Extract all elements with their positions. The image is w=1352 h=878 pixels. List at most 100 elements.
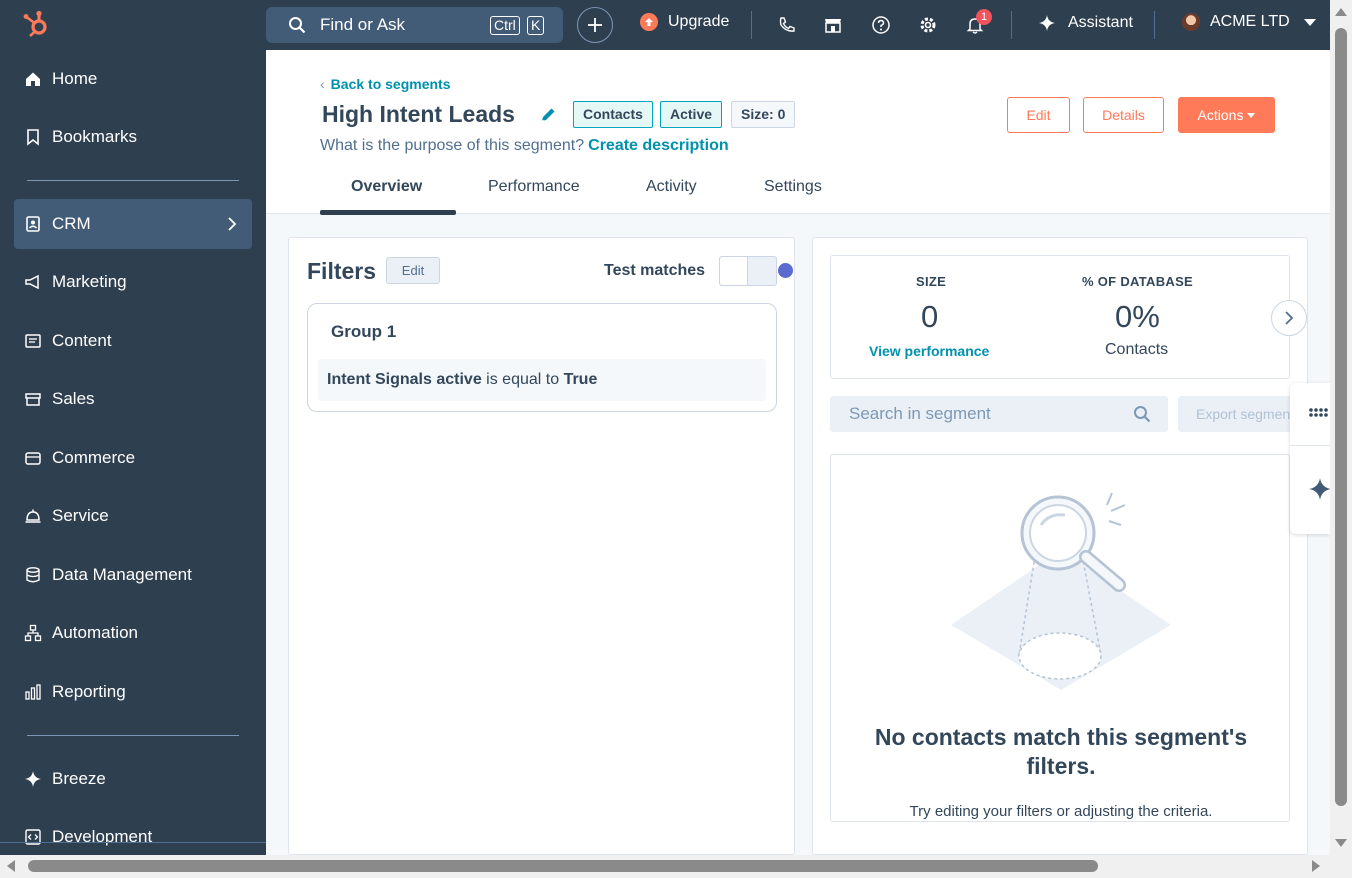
test-matches-toggle[interactable] bbox=[719, 256, 777, 286]
service-icon bbox=[24, 507, 42, 525]
sidebar-item-automation[interactable]: Automation bbox=[14, 608, 252, 658]
upgrade-button[interactable]: Upgrade bbox=[640, 13, 729, 31]
crm-icon bbox=[24, 215, 42, 233]
view-performance-link[interactable]: View performance bbox=[869, 343, 989, 359]
global-search[interactable]: Find or Ask Ctrl K bbox=[266, 7, 563, 43]
account-name: ACME LTD bbox=[1210, 13, 1290, 30]
export-segment-button[interactable]: Export segment bbox=[1178, 396, 1308, 432]
vertical-scroll-thumb[interactable] bbox=[1335, 28, 1347, 806]
sidebar-item-commerce[interactable]: Commerce bbox=[14, 433, 252, 483]
sidebar-item-breeze[interactable]: Breeze bbox=[14, 754, 252, 804]
next-stats-button[interactable] bbox=[1271, 300, 1307, 336]
tab-overview[interactable]: Overview bbox=[351, 178, 422, 196]
filter-rule[interactable]: Intent Signals active is equal to True bbox=[318, 359, 766, 401]
edit-filters-button[interactable]: Edit bbox=[386, 257, 440, 284]
notification-badge: 1 bbox=[976, 9, 992, 25]
sidebar-item-label: Content bbox=[52, 331, 112, 350]
back-to-segments-link[interactable]: ‹ Back to segments bbox=[320, 76, 451, 92]
edit-button[interactable]: Edit bbox=[1007, 97, 1070, 133]
rule-operator: is equal to bbox=[486, 371, 560, 388]
segment-search-input[interactable]: Search in segment bbox=[830, 396, 1168, 432]
create-description-link[interactable]: Create description bbox=[588, 137, 728, 154]
rule-property: Intent Signals active bbox=[327, 371, 482, 388]
database-percent-sub: Contacts bbox=[1105, 341, 1169, 358]
sidebar-item-label: Home bbox=[52, 69, 98, 88]
upgrade-arrow-icon bbox=[640, 13, 658, 31]
chevron-down-icon bbox=[1303, 18, 1316, 26]
sidebar-item-marketing[interactable]: Marketing bbox=[14, 257, 252, 307]
megaphone-icon bbox=[24, 273, 42, 291]
sidebar-item-development[interactable]: Development bbox=[14, 812, 252, 855]
automation-icon bbox=[24, 624, 42, 642]
breeze-sparkle-icon[interactable] bbox=[1308, 477, 1332, 501]
marketplace-icon[interactable] bbox=[823, 15, 843, 35]
stats-summary: SIZE 0 View performance % OF DATABASE 0%… bbox=[830, 255, 1290, 379]
results-panel: SIZE 0 View performance % OF DATABASE 0%… bbox=[812, 237, 1308, 855]
top-navigation: Find or Ask Ctrl K Upgrade 1 Assistant A… bbox=[266, 0, 1330, 50]
segment-header: ‹ Back to segments High Intent Leads Cont… bbox=[266, 50, 1330, 215]
sidebar-bottom-divider bbox=[0, 842, 266, 843]
scroll-down-icon[interactable] bbox=[1335, 839, 1347, 847]
sidebar-item-sales[interactable]: Sales bbox=[14, 374, 252, 424]
rule-value: True bbox=[563, 371, 598, 388]
sidebar-item-data-management[interactable]: Data Management bbox=[14, 550, 252, 600]
sparkle-icon bbox=[1039, 15, 1055, 31]
account-menu[interactable]: ACME LTD bbox=[1182, 13, 1316, 31]
actions-button[interactable]: Actions bbox=[1178, 97, 1275, 133]
main-content: ‹ Back to segments High Intent Leads Cont… bbox=[266, 50, 1330, 855]
chevron-right-icon bbox=[228, 217, 237, 231]
sidebar-item-crm[interactable]: CRM bbox=[14, 199, 252, 249]
phone-icon[interactable] bbox=[777, 15, 797, 35]
sidebar-item-label: Marketing bbox=[52, 272, 127, 291]
shortcut-key-ctrl: Ctrl bbox=[490, 16, 520, 35]
tab-activity[interactable]: Activity bbox=[646, 178, 697, 196]
settings-gear-icon[interactable] bbox=[918, 15, 938, 35]
hubspot-logo-icon[interactable] bbox=[22, 9, 52, 39]
sidebar-item-home[interactable]: Home bbox=[14, 54, 252, 104]
size-label: SIZE bbox=[916, 274, 947, 289]
sidebar-divider bbox=[27, 735, 239, 736]
sidebar-item-label: Sales bbox=[52, 389, 95, 408]
tab-performance[interactable]: Performance bbox=[488, 178, 580, 196]
shortcut-key-k: K bbox=[527, 16, 545, 35]
database-percent-label: % OF DATABASE bbox=[1082, 274, 1194, 289]
content-icon bbox=[24, 332, 42, 350]
commerce-icon bbox=[24, 449, 42, 467]
sidebar-item-label: Automation bbox=[52, 623, 138, 642]
create-button[interactable] bbox=[577, 7, 613, 43]
sidebar-item-content[interactable]: Content bbox=[14, 316, 252, 366]
sidebar-item-label: Service bbox=[52, 506, 109, 525]
search-placeholder: Search in segment bbox=[849, 404, 991, 423]
horizontal-scrollbar[interactable] bbox=[0, 855, 1352, 878]
sidebar-item-label: Breeze bbox=[52, 769, 106, 788]
sidebar-item-reporting[interactable]: Reporting bbox=[14, 667, 252, 717]
chevron-right-icon bbox=[1285, 311, 1294, 325]
floating-tools-divider bbox=[1290, 445, 1330, 446]
bookmark-icon bbox=[24, 128, 42, 146]
help-icon[interactable] bbox=[871, 15, 891, 35]
horizontal-scroll-thumb[interactable] bbox=[28, 860, 1098, 872]
scroll-left-icon[interactable] bbox=[7, 860, 15, 872]
upgrade-label: Upgrade bbox=[668, 13, 730, 30]
apps-grid-icon[interactable] bbox=[1308, 407, 1328, 419]
details-button[interactable]: Details bbox=[1083, 97, 1164, 133]
sidebar-item-label: Reporting bbox=[52, 682, 126, 701]
scroll-right-icon[interactable] bbox=[1312, 860, 1320, 872]
empty-state-title: No contacts match this segment's filters… bbox=[874, 724, 1248, 779]
tab-settings[interactable]: Settings bbox=[764, 178, 822, 196]
filters-title: Filters bbox=[307, 258, 377, 284]
assistant-button[interactable]: Assistant bbox=[1038, 14, 1133, 32]
sidebar-item-bookmarks[interactable]: Bookmarks bbox=[14, 112, 252, 162]
sidebar-item-label: CRM bbox=[52, 214, 91, 233]
toggle-knob bbox=[720, 257, 748, 285]
search-icon bbox=[1134, 406, 1151, 423]
chevron-left-icon: ‹ bbox=[320, 76, 325, 92]
edit-pencil-icon[interactable] bbox=[539, 106, 557, 124]
sidebar-item-service[interactable]: Service bbox=[14, 491, 252, 541]
test-matches-label: Test matches bbox=[604, 262, 706, 279]
vertical-scrollbar[interactable] bbox=[1330, 0, 1352, 855]
scroll-up-icon[interactable] bbox=[1335, 8, 1347, 16]
sidebar-item-label: Commerce bbox=[52, 448, 136, 467]
page-title: High Intent Leads bbox=[322, 101, 515, 127]
toggle-indicator-dot bbox=[778, 263, 793, 278]
